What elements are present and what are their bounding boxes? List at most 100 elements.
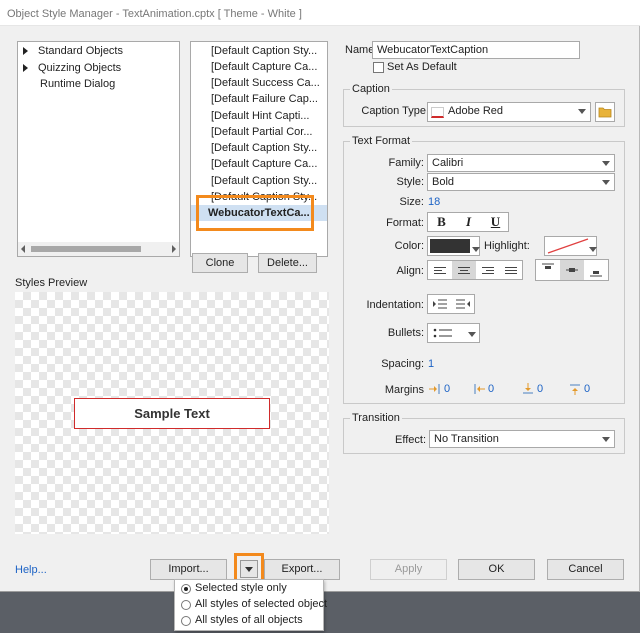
align-middle-button[interactable] [560,260,584,280]
text-color-picker[interactable] [427,236,480,256]
caption-type-label: Caption Type [361,105,426,117]
size-value[interactable]: 18 [428,196,440,208]
margin-left-control[interactable]: 0 [428,382,450,396]
chevron-down-icon [578,109,586,114]
styles-preview-title: Styles Preview [15,277,88,289]
clone-button[interactable]: Clone [192,253,248,273]
margin-top-value[interactable]: 0 [537,383,543,395]
style-value: Bold [432,176,455,188]
size-label: Size: [399,196,424,208]
style-list-item[interactable]: [Default Capture Ca... [191,156,327,172]
scroll-left-icon[interactable] [21,245,25,253]
decrease-indent-button[interactable] [428,295,452,313]
align-right-button[interactable] [476,261,500,279]
object-type-tree[interactable]: Standard Objects Quizzing Objects Runtim… [17,41,180,257]
highlight-color-picker[interactable] [544,236,597,256]
tree-item-label: Runtime Dialog [40,78,116,90]
increase-indent-icon [456,299,470,309]
caption-group-title: Caption [350,83,392,95]
export-option-all-styles-selected-object[interactable]: All styles of selected object [195,598,327,610]
margin-bottom-value[interactable]: 0 [584,383,590,395]
style-list-item[interactable]: [Default Failure Cap... [191,91,327,107]
caption-type-swatch-icon [431,107,444,118]
margin-top-icon [523,383,533,394]
align-left-icon [434,267,446,274]
color-label: Color: [394,240,424,252]
ok-button[interactable]: OK [458,559,535,580]
export-option-selected-style-only[interactable]: Selected style only [195,582,287,594]
indentation-label: Indentation: [366,299,425,311]
bold-button[interactable]: B [428,213,455,231]
help-link[interactable]: Help... [15,564,47,576]
tree-item-label: Standard Objects [38,45,123,57]
expand-triangle-icon[interactable] [23,64,28,72]
set-as-default-checkbox[interactable] [373,62,384,73]
effect-dropdown[interactable]: No Transition [429,430,615,448]
format-buttons: B I U [427,212,509,232]
margin-left-value[interactable]: 0 [444,383,450,395]
horizontal-align-buttons [427,260,523,280]
margin-left-icon [429,384,440,394]
style-list-item[interactable]: [Default Success Ca... [191,75,327,91]
style-list-item[interactable]: [Default Partial Cor... [191,124,327,140]
spacing-label: Spacing: [381,358,424,370]
style-list-item[interactable]: [Default Capture Ca... [191,59,327,75]
margin-bottom-control[interactable]: 0 [568,382,590,396]
underline-button[interactable]: U [482,213,509,231]
align-top-button[interactable] [536,260,560,280]
tree-item-quizzing-objects[interactable]: Quizzing Objects [23,62,121,74]
margin-bottom-icon [570,384,580,395]
format-label: Format: [386,217,424,229]
cancel-button[interactable]: Cancel [547,559,624,580]
effect-label: Effect: [395,434,426,446]
align-justify-button[interactable] [500,261,523,279]
window-title: Object Style Manager - TextAnimation.cpt… [7,8,302,20]
align-center-button[interactable] [452,261,476,279]
style-list-item[interactable]: [Default Caption Sty... [191,43,327,59]
style-dropdown[interactable]: Bold [427,173,615,191]
align-center-icon [458,267,470,274]
scrollbar-thumb[interactable] [31,246,141,252]
margin-top-control[interactable]: 0 [521,382,543,396]
bullets-dropdown[interactable] [427,323,480,343]
caption-type-dropdown[interactable]: Adobe Red [427,102,591,122]
margin-right-control[interactable]: 0 [472,382,494,396]
delete-button[interactable]: Delete... [258,253,317,273]
indentation-buttons [427,294,475,314]
tree-item-runtime-dialog[interactable]: Runtime Dialog [40,78,115,90]
export-options-menu: Selected style only All styles of select… [174,579,327,631]
text-color-swatch [430,239,470,253]
apply-button[interactable]: Apply [370,559,447,580]
align-top-icon [542,263,554,269]
chevron-down-icon [602,180,610,185]
object-style-manager-dialog: Object Style Manager - TextAnimation.cpt… [0,0,640,592]
family-value: Calibri [432,157,464,169]
increase-indent-button[interactable] [452,295,475,313]
browse-folder-button[interactable] [595,102,615,122]
align-bottom-button[interactable] [584,260,608,280]
export-option-all-styles-all-objects[interactable]: All styles of all objects [195,614,303,626]
align-left-button[interactable] [428,261,452,279]
margin-right-value[interactable]: 0 [488,383,494,395]
expand-triangle-icon[interactable] [23,47,28,55]
tree-item-standard-objects[interactable]: Standard Objects [23,45,123,57]
style-list-item[interactable]: [Default Hint Capti... [191,108,327,124]
chevron-down-icon [602,437,610,442]
spacing-value[interactable]: 1 [428,358,434,370]
scroll-right-icon[interactable] [172,245,176,253]
name-input[interactable]: WebucatorTextCaption [372,41,580,59]
folder-icon [598,107,612,118]
tree-horizontal-scrollbar[interactable] [18,242,179,256]
export-button[interactable]: Export... [264,559,340,580]
vertical-align-buttons [535,259,609,281]
export-option-radio[interactable] [181,584,191,594]
style-list-item[interactable]: [Default Caption Sty... [191,173,327,189]
align-justify-icon [505,267,518,274]
export-option-radio[interactable] [181,600,191,610]
import-button[interactable]: Import... [150,559,227,580]
style-list-item[interactable]: [Default Caption Sty... [191,140,327,156]
export-option-radio[interactable] [181,616,191,626]
set-as-default-label: Set As Default [387,61,457,73]
family-dropdown[interactable]: Calibri [427,154,615,172]
italic-button[interactable]: I [455,213,482,231]
